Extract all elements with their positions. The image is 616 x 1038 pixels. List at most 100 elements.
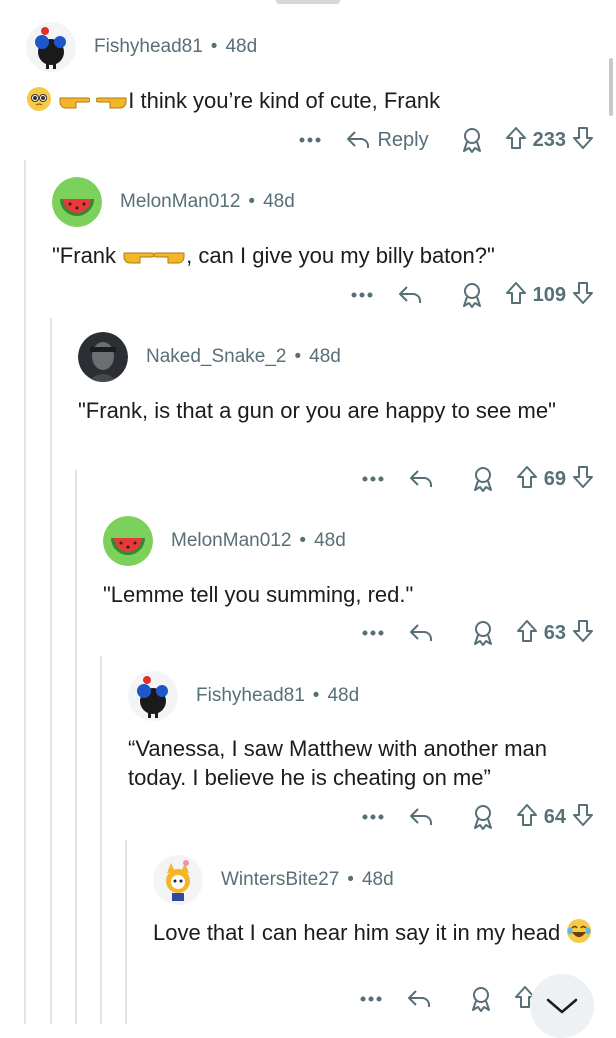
upvote-icon[interactable]: [516, 465, 538, 494]
comment-body: Love that I can hear him say it in my he…: [153, 918, 596, 951]
pointing-left-icon: [153, 245, 186, 274]
award-icon[interactable]: [466, 984, 496, 1014]
avatar[interactable]: [52, 177, 102, 227]
downvote-icon[interactable]: [572, 803, 594, 832]
vote-controls: 64: [516, 803, 594, 832]
separator-dot: •: [210, 36, 218, 57]
reply-icon[interactable]: [408, 802, 440, 832]
more-options-icon[interactable]: [347, 280, 377, 310]
thread-line[interactable]: [100, 656, 102, 1024]
username[interactable]: MelonMan012: [171, 530, 291, 552]
comment-meta: Fishyhead81 • 48d: [128, 671, 360, 721]
chevron-down-icon: [546, 998, 578, 1014]
pointing-left-icon: [95, 90, 128, 119]
pointing-right-icon: [58, 90, 91, 119]
username[interactable]: WintersBite27: [221, 869, 339, 891]
comment-actions: 64: [358, 800, 594, 834]
timestamp: 48d: [314, 530, 346, 551]
more-options-icon[interactable]: [295, 125, 325, 155]
reply-icon[interactable]: [408, 464, 440, 494]
thread-line[interactable]: [50, 318, 52, 1024]
downvote-icon[interactable]: [572, 465, 594, 494]
reply-icon[interactable]: [408, 618, 440, 648]
comment-body: “Vanessa, I saw Matthew with another man…: [128, 734, 596, 792]
comment-body: "Frank , can I give you my billy baton?": [52, 241, 596, 274]
upvote-icon[interactable]: [505, 126, 527, 155]
tears-of-joy-icon: [566, 918, 592, 951]
avatar[interactable]: [26, 22, 76, 72]
avatar[interactable]: [103, 516, 153, 566]
comment-text-end: , can I give you my billy baton?": [186, 243, 495, 268]
reply-icon[interactable]: [406, 984, 438, 1014]
timestamp: 48d: [327, 685, 360, 706]
vote-score: 233: [532, 128, 566, 151]
timestamp: 48d: [263, 191, 295, 212]
thread-line[interactable]: [75, 470, 77, 1024]
separator-dot: •: [347, 869, 354, 890]
comment-actions: 109: [347, 278, 594, 312]
comment-text: I think you’re kind of cute, Frank: [128, 88, 441, 113]
comment-meta: Naked_Snake_2 • 48d: [78, 332, 341, 382]
username[interactable]: Fishyhead81: [196, 685, 305, 707]
separator-dot: •: [248, 191, 256, 212]
username[interactable]: Naked_Snake_2: [146, 346, 287, 368]
separator-dot: •: [294, 346, 302, 367]
avatar[interactable]: [78, 332, 128, 382]
downvote-icon[interactable]: [572, 619, 594, 648]
comment-meta: MelonMan012 • 48d: [52, 177, 295, 227]
reply-icon[interactable]: [397, 280, 429, 310]
vote-controls: 109: [505, 281, 594, 310]
award-icon[interactable]: [457, 125, 487, 155]
upvote-icon[interactable]: [505, 281, 527, 310]
separator-dot: •: [299, 530, 307, 551]
vote-controls: 63: [516, 619, 594, 648]
pleading-face-icon: [26, 86, 52, 119]
avatar[interactable]: [153, 855, 203, 905]
comment-meta: WintersBite27 • 48d: [153, 855, 394, 905]
username[interactable]: Fishyhead81: [94, 36, 203, 58]
more-options-icon[interactable]: [358, 618, 388, 648]
timestamp: 48d: [309, 346, 341, 367]
award-icon[interactable]: [468, 464, 498, 494]
vote-score: 64: [543, 805, 566, 828]
comment-text-start: "Frank: [52, 243, 123, 268]
comment-text: Love that I can hear him say it in my he…: [153, 920, 561, 945]
vote-controls: 233: [505, 126, 594, 155]
more-options-icon[interactable]: [358, 464, 388, 494]
comment-text: "Lemme tell you summing, red.": [103, 582, 414, 607]
comment-actions: [356, 982, 536, 1016]
timestamp: 48d: [225, 36, 258, 57]
thread-line[interactable]: [24, 160, 26, 1024]
reply-button[interactable]: Reply: [345, 125, 429, 155]
comment-text: "Frank, is that a gun or you are happy t…: [78, 398, 556, 423]
avatar[interactable]: [128, 671, 178, 721]
sheet-handle[interactable]: [276, 0, 340, 4]
comment-body: I think you’re kind of cute, Frank: [26, 86, 596, 119]
scroll-down-button[interactable]: [530, 974, 594, 1038]
award-icon[interactable]: [468, 802, 498, 832]
more-options-icon[interactable]: [356, 984, 386, 1014]
more-options-icon[interactable]: [358, 802, 388, 832]
comment-text: “Vanessa, I saw Matthew with another man…: [128, 736, 548, 790]
comment-actions: Reply 233: [295, 123, 594, 157]
timestamp: 48d: [361, 869, 394, 890]
pointing-right-icon: [122, 245, 155, 274]
comment-body: "Frank, is that a gun or you are happy t…: [78, 396, 596, 425]
downvote-icon[interactable]: [572, 126, 594, 155]
vote-controls: 69: [516, 465, 594, 494]
award-icon[interactable]: [468, 618, 498, 648]
username[interactable]: MelonMan012: [120, 191, 240, 213]
comment-body: "Lemme tell you summing, red.": [103, 580, 596, 609]
comment-actions: 69: [358, 462, 594, 496]
comment-meta: Fishyhead81 • 48d: [26, 22, 258, 72]
vote-score: 69: [543, 467, 566, 490]
award-icon[interactable]: [457, 280, 487, 310]
thread-line[interactable]: [125, 840, 127, 1024]
upvote-icon[interactable]: [516, 619, 538, 648]
separator-dot: •: [312, 685, 320, 706]
reply-icon: [347, 131, 370, 148]
vote-score: 63: [543, 621, 566, 644]
scrollbar[interactable]: [609, 58, 613, 116]
upvote-icon[interactable]: [516, 803, 538, 832]
downvote-icon[interactable]: [572, 281, 594, 310]
